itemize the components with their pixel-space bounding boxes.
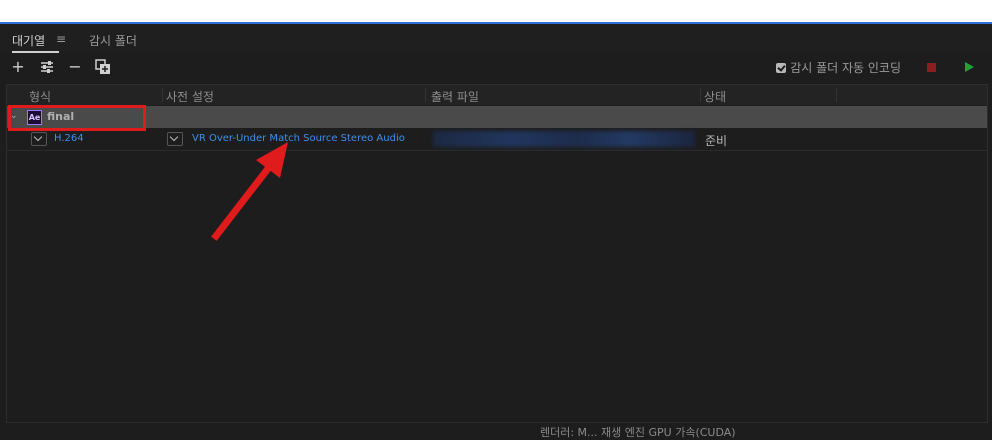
renderer-footer: 렌더러: M... 재생 엔진 GPU 가속(CUDA) <box>540 426 736 439</box>
red-arrow-annotation <box>211 142 288 241</box>
